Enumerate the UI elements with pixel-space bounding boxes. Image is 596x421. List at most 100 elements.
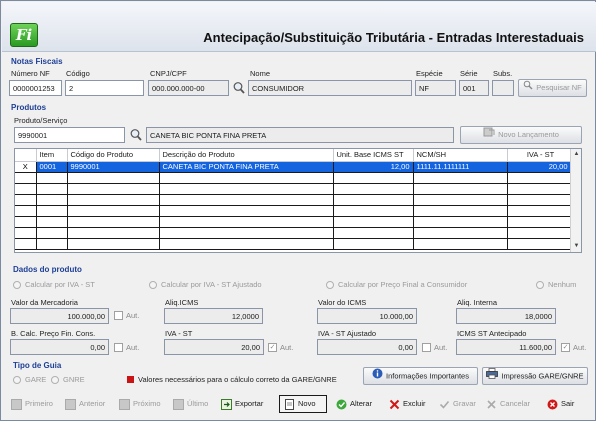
proximo-button[interactable]: Próximo — [119, 395, 161, 413]
aliq-interna-field[interactable]: 18,0000 — [456, 308, 556, 324]
legend-text: Valores necessários para o cálculo corre… — [138, 375, 337, 384]
aut-checkbox-5[interactable]: ✓ Aut. — [561, 343, 586, 352]
aut-label: Aut. — [280, 343, 294, 352]
scroll-up-icon[interactable]: ▲ — [573, 151, 580, 158]
col-header-codigo[interactable]: Código do Produto — [67, 149, 160, 162]
serie-field[interactable]: 001 — [459, 80, 489, 96]
first-record-icon — [11, 398, 22, 410]
radio-gnre[interactable]: GNRE — [51, 375, 85, 384]
grid-scrollbar[interactable]: ▲ ▼ — [570, 149, 581, 252]
codigo-field[interactable]: 2 — [65, 80, 144, 96]
numero-nf-field[interactable]: 0000001253 — [9, 80, 62, 96]
proximo-label: Próximo — [133, 399, 161, 408]
row-select-cell[interactable]: X — [15, 161, 37, 173]
aut-checkbox-4[interactable]: Aut. — [422, 343, 447, 352]
search-cliente-icon[interactable] — [232, 80, 246, 96]
window: Fi Antecipação/Substituição Tributária -… — [0, 0, 596, 421]
pesquisar-nf-button[interactable]: Pesquisar NF — [518, 79, 587, 97]
radio-dot — [13, 280, 21, 289]
label-serie: Série — [460, 69, 478, 78]
impressao-gare-label: Impressão GARE/GNRE — [501, 371, 584, 381]
nome-field[interactable]: CONSUMIDOR — [248, 80, 412, 96]
radio-dot — [326, 280, 334, 289]
app-logo: Fi — [10, 23, 38, 47]
radio-label: Calcular por IVA - ST — [25, 280, 95, 289]
table-row-empty[interactable] — [15, 194, 572, 206]
table-row-empty[interactable] — [15, 216, 572, 228]
alterar-button[interactable]: Alterar — [336, 395, 372, 413]
next-record-icon — [119, 398, 130, 410]
produtos-grid[interactable]: Item Código do Produto Descrição do Prod… — [14, 148, 582, 253]
table-cell: 0001 — [36, 161, 68, 173]
valor-icms-field[interactable]: 10.000,00 — [317, 308, 417, 324]
col-header-descricao[interactable]: Descrição do Produto — [159, 149, 334, 162]
iva-st-ajustado-field[interactable]: 0,00 — [317, 339, 417, 355]
novo-button[interactable]: Novo — [279, 395, 327, 413]
table-row-empty[interactable] — [15, 227, 572, 239]
aut-label: Aut. — [434, 343, 448, 352]
printer-icon — [486, 368, 499, 385]
checkmark-icon: ✓ — [268, 343, 277, 352]
radio-label: GARE — [25, 375, 47, 384]
subs-field[interactable] — [492, 80, 514, 96]
aut-checkbox-2[interactable]: Aut. — [114, 343, 139, 352]
impressao-gare-button[interactable]: Impressão GARE/GNRE — [482, 367, 588, 385]
exportar-button[interactable]: Exportar — [221, 395, 263, 413]
table-row-empty[interactable] — [15, 238, 572, 250]
section-guia-title: Tipo de Guia — [13, 361, 62, 370]
table-cell: 9990001 — [67, 161, 160, 173]
sair-button[interactable]: Sair — [547, 395, 574, 413]
gravar-button[interactable]: Gravar — [439, 395, 476, 413]
table-cell: 12,00 — [333, 161, 414, 173]
iva-st-field[interactable]: 20,00 — [164, 339, 264, 355]
radio-gare[interactable]: GARE — [13, 375, 46, 384]
table-header-row: Item Código do Produto Descrição do Prod… — [15, 149, 572, 162]
checkbox-box — [422, 343, 431, 352]
table-row-empty[interactable] — [15, 205, 572, 217]
bcalc-field[interactable]: 0,00 — [10, 339, 109, 355]
table-row[interactable]: X 0001 9990001 CANETA BIC PONTA FINA PRE… — [15, 161, 572, 173]
produto-codigo-field[interactable]: 9990001 — [14, 127, 125, 143]
cnpj-field[interactable]: 000.000.000-00 — [148, 80, 229, 96]
col-header-unit-base[interactable]: Unit. Base ICMS ST — [333, 149, 414, 162]
ultimo-button[interactable]: Último — [173, 395, 208, 413]
alterar-label: Alterar — [350, 399, 373, 408]
table-row-empty[interactable] — [15, 183, 572, 195]
especie-field[interactable]: NF — [415, 80, 456, 96]
anterior-button[interactable]: Anterior — [65, 395, 105, 413]
icms-st-antecipado-field[interactable]: 11.600,00 — [456, 339, 556, 355]
aut-checkbox-3[interactable]: ✓ Aut. — [268, 343, 293, 352]
aliq-icms-field[interactable]: 12,0000 — [164, 308, 263, 324]
label-nome: Nome — [250, 69, 271, 78]
excluir-button[interactable]: Excluir — [389, 395, 426, 413]
radio-calcular-iva-st[interactable]: Calcular por IVA - ST — [13, 280, 95, 289]
section-dados-title: Dados do produto — [13, 265, 82, 274]
primeiro-button[interactable]: Primeiro — [11, 395, 53, 413]
col-header-item[interactable]: Item — [36, 149, 68, 162]
informacoes-importantes-button[interactable]: Informações Importantes — [363, 367, 478, 385]
label-codigo: Código — [66, 69, 90, 78]
sair-label: Sair — [561, 399, 575, 408]
scroll-down-icon[interactable]: ▼ — [573, 243, 580, 250]
aut-checkbox-1[interactable]: Aut. — [114, 311, 139, 320]
edit-icon — [336, 399, 347, 410]
produto-descricao-field[interactable]: CANETA BIC PONTA FINA PRETA — [146, 127, 454, 143]
primeiro-label: Primeiro — [25, 399, 53, 408]
valor-mercadoria-field[interactable]: 100.000,00 — [10, 308, 109, 324]
table-row-empty[interactable] — [15, 172, 572, 184]
label-especie: Espécie — [416, 69, 443, 78]
radio-nenhum[interactable]: Nenhum — [536, 280, 576, 289]
col-header-iva[interactable]: IVA - ST — [507, 149, 572, 162]
section-produtos-title: Produtos — [11, 103, 47, 112]
bottom-toolbar: Primeiro Anterior Próximo Último Exporta… — [9, 395, 589, 415]
search-icon — [523, 80, 533, 96]
radio-dot — [51, 375, 59, 384]
col-header-ncm[interactable]: NCM/SH — [413, 149, 508, 162]
novo-lancamento-button[interactable]: Novo Lançamento — [460, 126, 582, 144]
label-cnpj: CNPJ/CPF — [150, 69, 187, 78]
radio-calcular-preco-final[interactable]: Calcular por Preço Final a Consumidor — [326, 280, 467, 289]
cancelar-button[interactable]: Cancelar — [486, 395, 530, 413]
radio-calcular-iva-st-ajustado[interactable]: Calcular por IVA - ST Ajustado — [149, 280, 262, 289]
search-produto-icon[interactable] — [129, 127, 143, 143]
label-numero-nf: Número NF — [11, 69, 50, 78]
